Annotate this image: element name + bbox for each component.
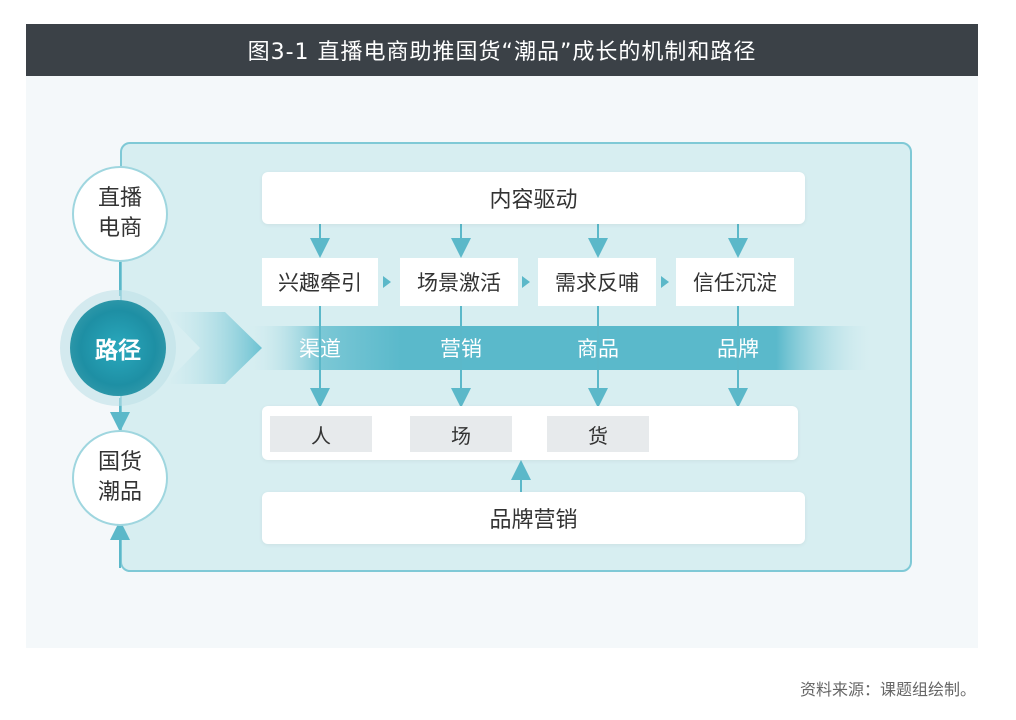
element-goods: 货 [547,416,649,452]
content-driven-box: 内容驱动 [262,172,805,224]
node-live-commerce-line1: 直播 [97,186,142,211]
element-place: 场 [410,416,512,452]
band-label-marketing: 营销 [440,337,482,361]
stage-scene: 场景激活 [400,258,518,306]
band-label-brand: 品牌 [717,337,759,361]
band-label-channel: 渠道 [299,337,341,361]
band-label-product: 商品 [577,337,619,361]
source-note: 资料来源：课题组绘制。 [799,680,976,699]
node-guochao: 国货 潮品 [72,430,168,526]
node-guochao-line2: 潮品 [97,480,142,505]
figure-title: 图3-1 直播电商助推国货“潮品”成长的机制和路径 [26,24,978,76]
node-live-commerce-line2: 电商 [97,216,142,241]
stage-interest: 兴趣牵引 [262,258,378,306]
brand-marketing-box: 品牌营销 [262,492,805,544]
node-live-commerce: 直播 电商 [72,166,168,262]
node-path: 路径 [70,300,166,396]
stage-demand: 需求反哺 [538,258,656,306]
node-guochao-line1: 国货 [97,450,142,475]
stage-trust: 信任沉淀 [676,258,794,306]
element-people: 人 [270,416,372,452]
